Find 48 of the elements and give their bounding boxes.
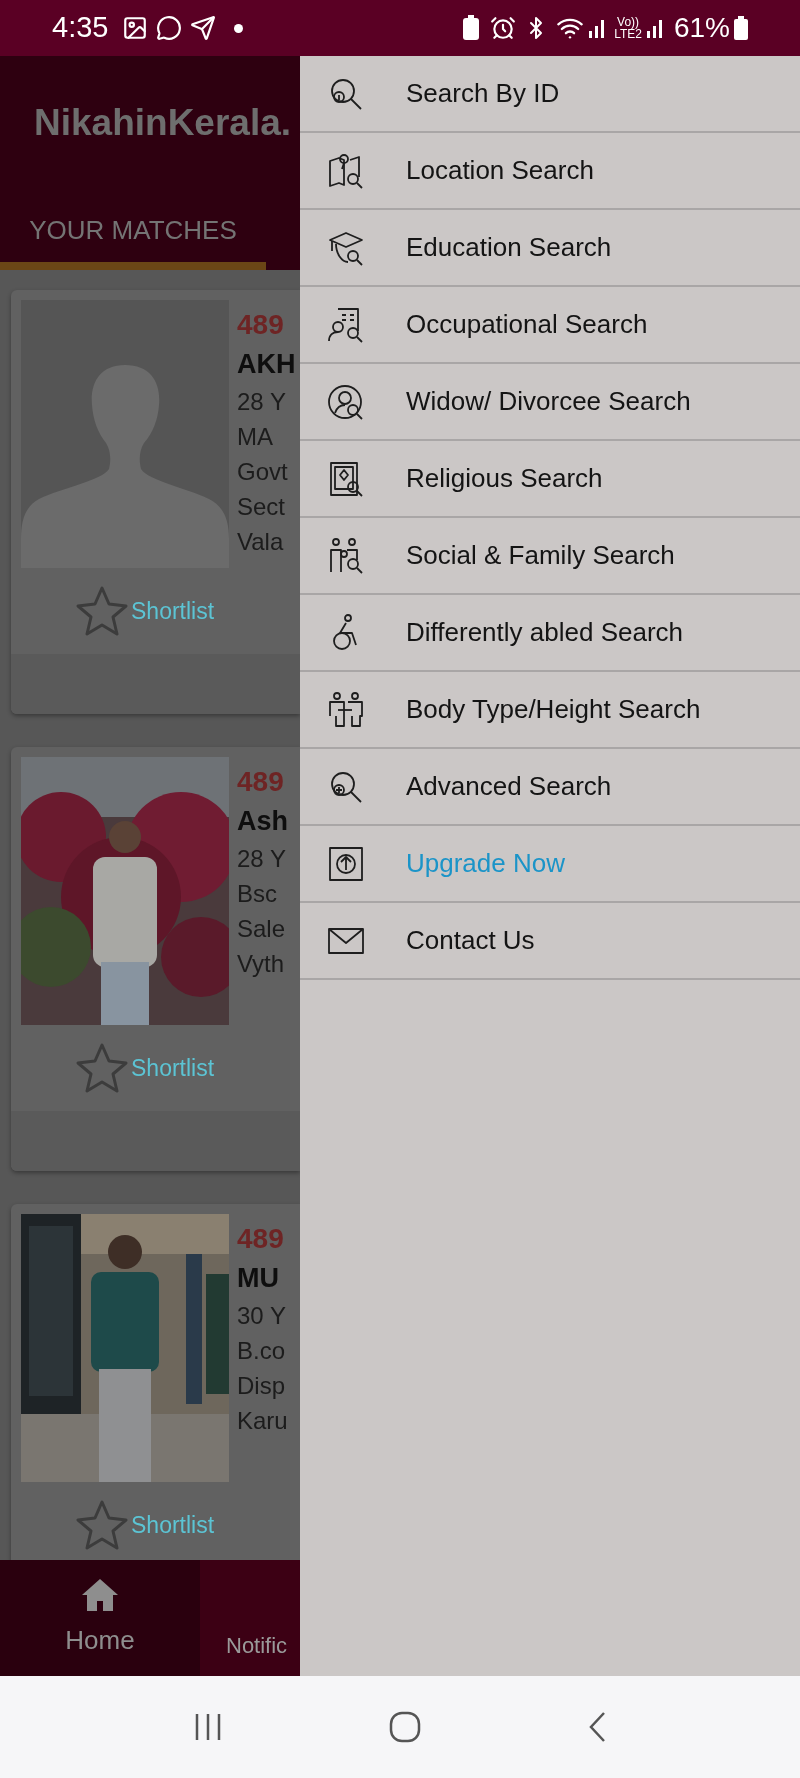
- nav-tab[interactable]: Notific: [200, 1560, 300, 1676]
- profile-id: 489: [237, 1222, 285, 1256]
- profile-detail: Karu: [237, 1406, 288, 1436]
- two-people-icon: [326, 689, 366, 730]
- profile-name: AKH: [237, 348, 296, 381]
- profile-detail: MA: [237, 422, 274, 452]
- battery-percent: 61%: [673, 11, 730, 45]
- star-icon: [75, 585, 129, 637]
- drawer-item[interactable]: Location Search: [300, 133, 800, 210]
- drawer-item[interactable]: Differently abled Search: [300, 595, 800, 672]
- profile-detail: 30 Y: [237, 1301, 287, 1331]
- drawer-item[interactable]: Search By ID: [300, 56, 800, 133]
- battery-icon: [734, 16, 748, 40]
- profile-id: 489: [237, 308, 285, 342]
- image-icon: [122, 15, 149, 41]
- profile-detail: Vala: [237, 527, 285, 557]
- drawer-item[interactable]: Occupational Search: [300, 287, 800, 364]
- profile-detail: Disp: [237, 1371, 286, 1401]
- alarm-icon: [490, 15, 517, 41]
- profile-id: 489: [237, 765, 285, 799]
- drawer-item[interactable]: Social & Family Search: [300, 518, 800, 595]
- drawer-item[interactable]: Widow/ Divorcee Search: [300, 364, 800, 441]
- star-icon: [75, 1042, 129, 1094]
- tab[interactable]: YOUR MATCHES: [0, 190, 266, 270]
- battery-saver-icon: [462, 15, 481, 41]
- drawer-item[interactable]: Contact Us: [300, 903, 800, 980]
- profile-detail: 28 Y: [237, 387, 287, 417]
- profile-detail: Sect: [237, 492, 287, 522]
- profile-detail: Bsc: [237, 879, 278, 909]
- drawer-item[interactable]: Education Search: [300, 210, 800, 287]
- profile-detail: Vyth: [237, 949, 286, 979]
- profile-detail: Sale: [237, 914, 287, 944]
- drawer-item[interactable]: Body Type/Height Search: [300, 672, 800, 749]
- home-icon: [80, 1576, 120, 1613]
- profile-detail: Govt: [237, 457, 289, 487]
- chat-icon: [156, 15, 183, 41]
- send-icon: [190, 15, 217, 41]
- profile-detail: 28 Y: [237, 844, 287, 874]
- app-title: NikahinKerala.: [34, 101, 292, 146]
- network-label: Vo)) LTE2: [614, 16, 642, 40]
- star-icon: [75, 1499, 129, 1551]
- profile-detail: B.co: [237, 1336, 287, 1366]
- drawer-item[interactable]: Advanced Search: [300, 749, 800, 826]
- profile-name: MU: [237, 1262, 280, 1295]
- clock: 4:35: [52, 10, 109, 46]
- profile-name: Ash: [237, 805, 288, 838]
- nav-tab[interactable]: Home: [0, 1560, 200, 1676]
- drawer-item[interactable]: Religious Search: [300, 441, 800, 518]
